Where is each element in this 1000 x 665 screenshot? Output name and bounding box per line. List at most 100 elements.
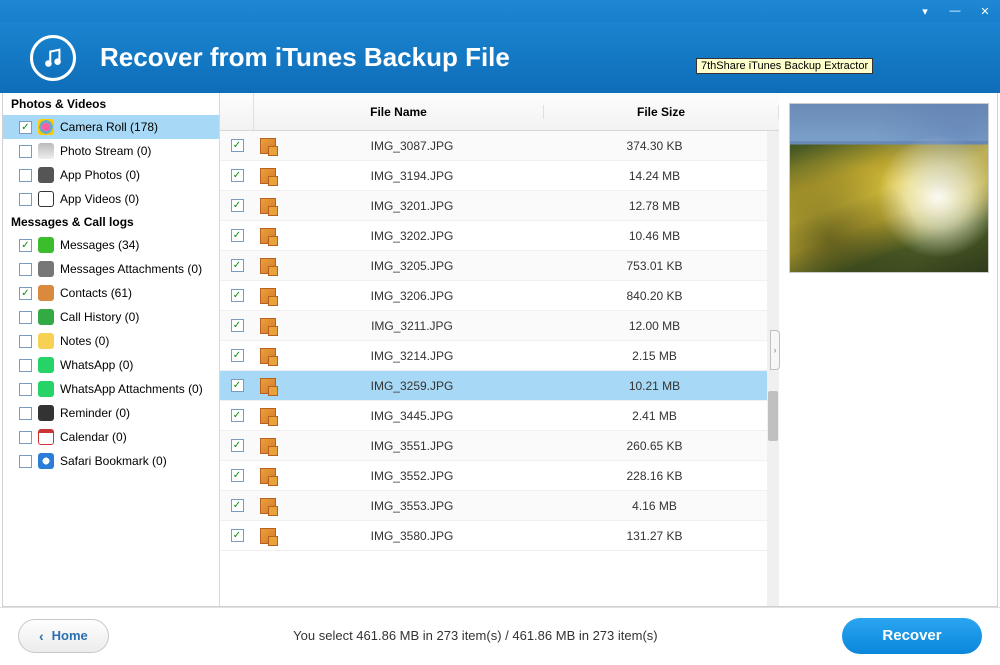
file-size: 753.01 KB bbox=[542, 259, 779, 273]
sidebar-item[interactable]: ✓ Messages (34) bbox=[3, 233, 219, 257]
checkbox[interactable]: ✓ bbox=[19, 239, 32, 252]
checkbox[interactable] bbox=[19, 455, 32, 468]
sidebar-item-label: Messages (34) bbox=[60, 238, 213, 252]
image-icon bbox=[260, 528, 276, 544]
file-name: IMG_3211.JPG bbox=[282, 319, 542, 333]
table-row[interactable]: ✓IMG_3445.JPG2.41 MB bbox=[220, 401, 779, 431]
row-checkbox[interactable]: ✓ bbox=[231, 139, 244, 152]
checkbox[interactable] bbox=[19, 145, 32, 158]
file-name: IMG_3194.JPG bbox=[282, 169, 542, 183]
checkbox[interactable] bbox=[19, 383, 32, 396]
sidebar-item[interactable]: App Videos (0) bbox=[3, 187, 219, 211]
category-icon bbox=[38, 119, 54, 135]
sidebar-item-label: Safari Bookmark (0) bbox=[60, 454, 213, 468]
table-row[interactable]: ✓IMG_3205.JPG753.01 KB bbox=[220, 251, 779, 281]
row-checkbox[interactable]: ✓ bbox=[231, 319, 244, 332]
row-checkbox[interactable]: ✓ bbox=[231, 229, 244, 242]
table-row[interactable]: ✓IMG_3201.JPG12.78 MB bbox=[220, 191, 779, 221]
row-checkbox[interactable]: ✓ bbox=[231, 499, 244, 512]
header-filename[interactable]: File Name bbox=[254, 105, 544, 119]
sidebar-item-label: Calendar (0) bbox=[60, 430, 213, 444]
file-size: 10.46 MB bbox=[542, 229, 779, 243]
image-icon bbox=[260, 438, 276, 454]
sidebar-item-label: Messages Attachments (0) bbox=[60, 262, 213, 276]
table-row[interactable]: ✓IMG_3580.JPG131.27 KB bbox=[220, 521, 779, 551]
image-icon bbox=[260, 198, 276, 214]
sidebar-item-label: WhatsApp (0) bbox=[60, 358, 213, 372]
checkbox[interactable] bbox=[19, 169, 32, 182]
sidebar-group-photos: Photos & Videos bbox=[3, 93, 219, 115]
row-checkbox[interactable]: ✓ bbox=[231, 409, 244, 422]
table-row[interactable]: ✓IMG_3551.JPG260.65 KB bbox=[220, 431, 779, 461]
sidebar-item[interactable]: WhatsApp (0) bbox=[3, 353, 219, 377]
category-icon bbox=[38, 453, 54, 469]
preview-panel bbox=[779, 93, 997, 606]
table-row[interactable]: ✓IMG_3194.JPG14.24 MB bbox=[220, 161, 779, 191]
minimize-button[interactable]: — bbox=[940, 0, 970, 22]
row-checkbox[interactable]: ✓ bbox=[231, 469, 244, 482]
table-row[interactable]: ✓IMG_3552.JPG228.16 KB bbox=[220, 461, 779, 491]
scrollbar-thumb[interactable] bbox=[768, 391, 778, 441]
row-checkbox[interactable]: ✓ bbox=[231, 289, 244, 302]
sidebar-item[interactable]: Safari Bookmark (0) bbox=[3, 449, 219, 473]
row-checkbox[interactable]: ✓ bbox=[231, 379, 244, 392]
header-filesize[interactable]: File Size bbox=[544, 105, 779, 119]
table-row[interactable]: ✓IMG_3206.JPG840.20 KB bbox=[220, 281, 779, 311]
sidebar-item[interactable]: Calendar (0) bbox=[3, 425, 219, 449]
checkbox[interactable] bbox=[19, 431, 32, 444]
checkbox[interactable] bbox=[19, 335, 32, 348]
category-icon bbox=[38, 167, 54, 183]
table-row[interactable]: ✓IMG_3087.JPG374.30 KB bbox=[220, 131, 779, 161]
checkbox[interactable] bbox=[19, 359, 32, 372]
checkbox[interactable] bbox=[19, 193, 32, 206]
row-checkbox[interactable]: ✓ bbox=[231, 349, 244, 362]
sidebar-item-label: WhatsApp Attachments (0) bbox=[60, 382, 213, 396]
table-row[interactable]: ✓IMG_3211.JPG12.00 MB bbox=[220, 311, 779, 341]
home-button[interactable]: ‹ Home bbox=[18, 619, 109, 653]
table-row[interactable]: ✓IMG_3553.JPG4.16 MB bbox=[220, 491, 779, 521]
image-icon bbox=[260, 348, 276, 364]
image-icon bbox=[260, 498, 276, 514]
row-checkbox[interactable]: ✓ bbox=[231, 439, 244, 452]
sidebar-item[interactable]: Notes (0) bbox=[3, 329, 219, 353]
checkbox[interactable] bbox=[19, 263, 32, 276]
file-name: IMG_3087.JPG bbox=[282, 139, 542, 153]
sidebar-item[interactable]: Messages Attachments (0) bbox=[3, 257, 219, 281]
content: Photos & Videos ✓Camera Roll (178)Photo … bbox=[2, 93, 998, 607]
checkbox[interactable] bbox=[19, 407, 32, 420]
expand-handle[interactable]: › bbox=[770, 330, 780, 370]
checkbox[interactable]: ✓ bbox=[19, 121, 32, 134]
file-name: IMG_3259.JPG bbox=[282, 379, 542, 393]
header-checkbox-col[interactable] bbox=[220, 93, 254, 130]
sidebar-item[interactable]: Reminder (0) bbox=[3, 401, 219, 425]
table-row[interactable]: ✓IMG_3214.JPG2.15 MB bbox=[220, 341, 779, 371]
table-row[interactable]: ✓ IMG_3259.JPG10.21 MB bbox=[220, 371, 779, 401]
checkbox[interactable] bbox=[19, 311, 32, 324]
row-checkbox[interactable]: ✓ bbox=[231, 529, 244, 542]
file-name: IMG_3551.JPG bbox=[282, 439, 542, 453]
sidebar-item-label: Call History (0) bbox=[60, 310, 213, 324]
row-checkbox[interactable]: ✓ bbox=[231, 199, 244, 212]
recover-button[interactable]: Recover bbox=[842, 618, 982, 654]
row-checkbox[interactable]: ✓ bbox=[231, 259, 244, 272]
sidebar-item-label: Reminder (0) bbox=[60, 406, 213, 420]
file-name: IMG_3201.JPG bbox=[282, 199, 542, 213]
table-header: File Name File Size bbox=[220, 93, 779, 131]
sidebar-item[interactable]: Photo Stream (0) bbox=[3, 139, 219, 163]
file-size: 10.21 MB bbox=[542, 379, 779, 393]
image-icon bbox=[260, 168, 276, 184]
category-icon bbox=[38, 405, 54, 421]
file-size: 228.16 KB bbox=[542, 469, 779, 483]
sidebar-item[interactable]: ✓Contacts (61) bbox=[3, 281, 219, 305]
sidebar-item[interactable]: App Photos (0) bbox=[3, 163, 219, 187]
sidebar-item-label: Notes (0) bbox=[60, 334, 213, 348]
dropdown-button[interactable]: ▾ bbox=[910, 0, 940, 22]
table-row[interactable]: ✓IMG_3202.JPG10.46 MB bbox=[220, 221, 779, 251]
sidebar-item[interactable]: WhatsApp Attachments (0) bbox=[3, 377, 219, 401]
close-button[interactable]: ✕ bbox=[970, 0, 1000, 22]
sidebar-item[interactable]: Call History (0) bbox=[3, 305, 219, 329]
image-icon bbox=[260, 258, 276, 274]
row-checkbox[interactable]: ✓ bbox=[231, 169, 244, 182]
checkbox[interactable]: ✓ bbox=[19, 287, 32, 300]
sidebar-item[interactable]: ✓Camera Roll (178) bbox=[3, 115, 219, 139]
